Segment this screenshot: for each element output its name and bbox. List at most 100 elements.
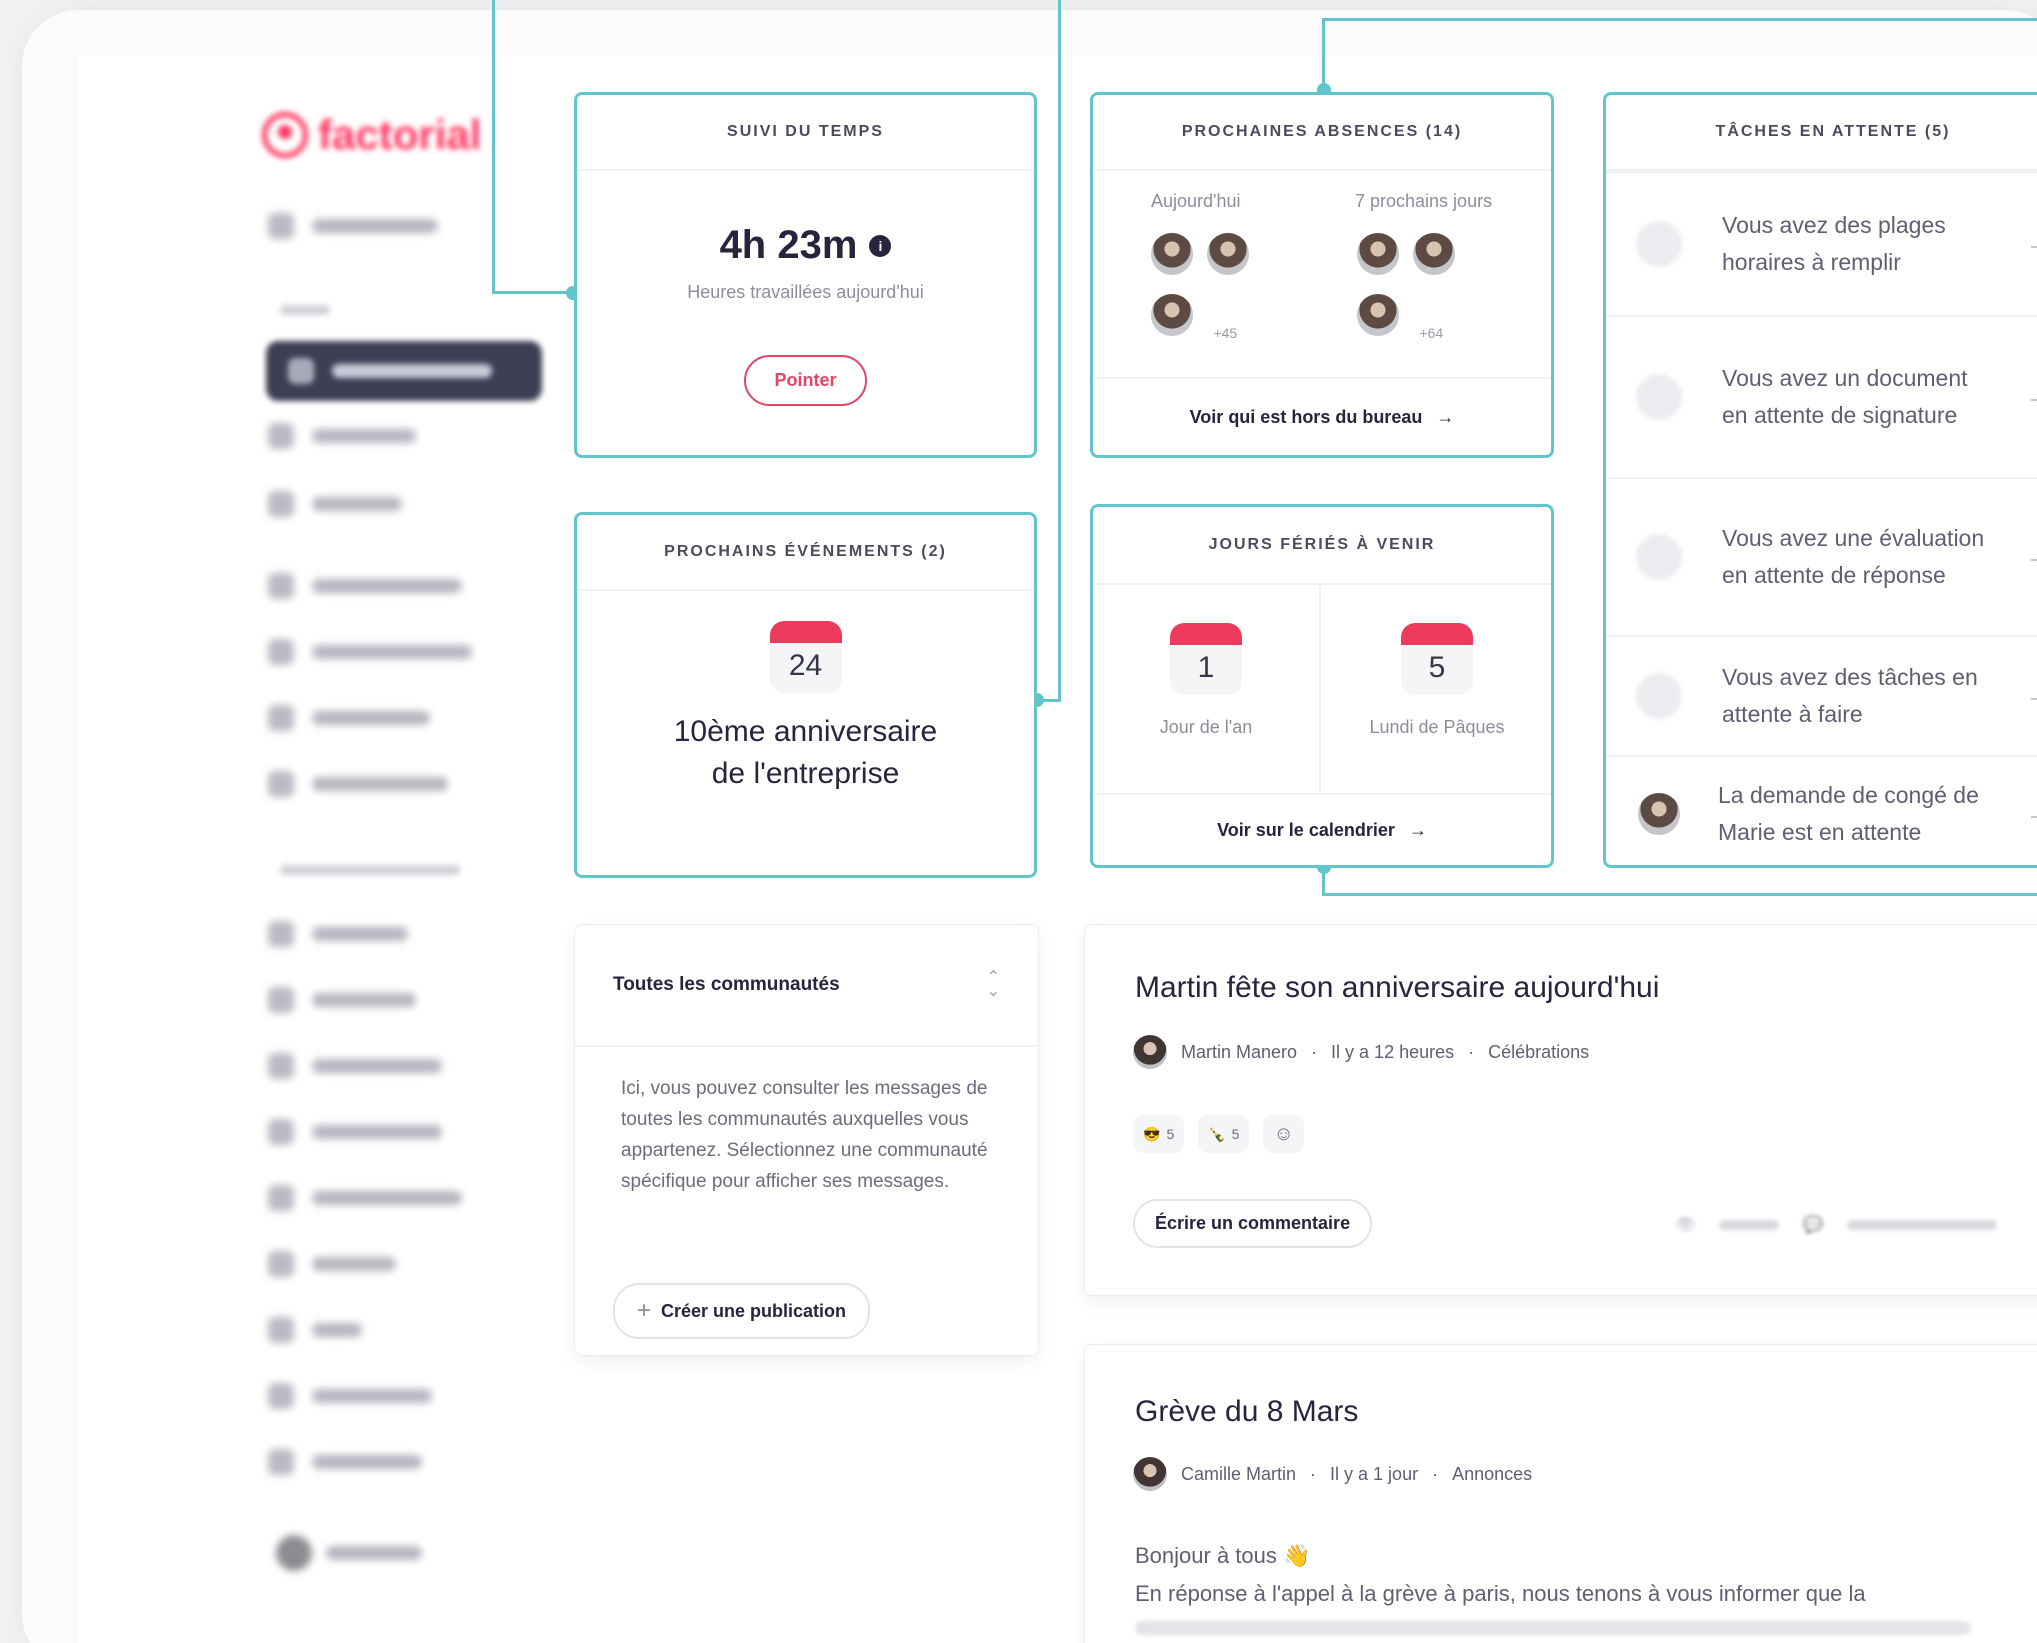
post-author[interactable]: Camille Martin: [1181, 1464, 1296, 1485]
community-selector-label: Toutes les communautés: [613, 974, 840, 995]
clock-in-button[interactable]: Pointer: [744, 355, 867, 406]
task-item[interactable]: Vous avez des plages horaires à remplir …: [1606, 171, 2037, 315]
absences-next-avatars[interactable]: +64: [1355, 231, 1458, 343]
magnifier-icon: [268, 1053, 294, 1079]
avatar: [1411, 231, 1458, 277]
connector-line: [1322, 18, 2037, 21]
check-icon: [268, 705, 294, 731]
absences-next-label: 7 prochains jours: [1355, 191, 1493, 211]
post-title[interactable]: Martin fête son anniversaire aujourd'hui: [1135, 971, 1659, 1005]
holiday-item[interactable]: 5 Lundi de Pâques: [1323, 585, 1551, 795]
calendar-icon: [268, 987, 294, 1013]
post-title[interactable]: Grève du 8 Mars: [1135, 1395, 1358, 1429]
avatar: [1133, 1035, 1167, 1069]
post-time: Il y a 12 heures: [1331, 1041, 1455, 1062]
sidebar-item-profile[interactable]: [268, 423, 416, 449]
arrow-right-icon: →: [2026, 230, 2037, 258]
info-icon[interactable]: i: [869, 234, 892, 257]
events-card: PROCHAINS ÉVÉNEMENTS (2) 24 10ème annive…: [574, 512, 1037, 878]
card-title: SUIVI DU TEMPS: [577, 95, 1034, 171]
calendar-icon: 1: [1170, 623, 1242, 695]
user-icon: [268, 423, 294, 449]
create-post-button[interactable]: + Créer une publication: [613, 1283, 871, 1339]
absences-today-avatars[interactable]: +45: [1149, 231, 1252, 343]
users-icon: [268, 921, 294, 947]
review-icon: [1636, 534, 1682, 580]
home-icon: [288, 358, 314, 384]
logo-mark-icon: [262, 112, 308, 158]
calendar-icon: [1636, 221, 1682, 267]
sidebar-item-tasks[interactable]: [268, 705, 430, 731]
connector-line: [492, 0, 495, 294]
post-channel[interactable]: Annonces: [1452, 1464, 1532, 1485]
avatar: [1355, 231, 1401, 277]
post-meta: Martin Manero · Il y a 12 heures · Céléb…: [1133, 1035, 1589, 1069]
plus-icon: +: [637, 1297, 652, 1324]
sidebar-item-report[interactable]: [268, 1251, 396, 1277]
sidebar-item-calendar[interactable]: [268, 987, 416, 1013]
post-meta: Camille Martin · Il y a 1 jour · Annonce…: [1133, 1457, 1532, 1491]
sidebar-item-goals[interactable]: [268, 771, 448, 797]
task-text: Vous avez des tâches en attente à faire: [1722, 664, 1978, 727]
post-greeting: Bonjour à tous 👋: [1135, 1543, 1311, 1568]
worked-time: 4h 23m i: [577, 223, 1034, 268]
sidebar-item-company[interactable]: [268, 1449, 422, 1475]
sidebar-item-applications[interactable]: [268, 213, 438, 239]
task-item[interactable]: Vous avez un document en attente de sign…: [1606, 315, 2037, 477]
sidebar-item-performance[interactable]: [268, 1119, 442, 1145]
avatar: [1205, 231, 1252, 277]
out-of-office-link[interactable]: Voir qui est hors du bureau →: [1093, 377, 1551, 455]
task-item[interactable]: Vous avez une évaluation en attente de r…: [1606, 477, 2037, 635]
community-description: Ici, vous pouvez consulter les messages …: [621, 1078, 988, 1192]
event-name[interactable]: 10ème anniversaire de l'entreprise: [577, 711, 1034, 795]
comments-count: [1847, 1220, 1998, 1230]
sidebar-item-company-docs[interactable]: [268, 1383, 432, 1409]
sidebar-item-payroll[interactable]: [268, 1317, 362, 1343]
community-selector[interactable]: Toutes les communautés ⌃ ⌄: [575, 925, 1038, 1047]
write-comment-button[interactable]: Écrire un commentaire: [1133, 1199, 1373, 1248]
connector-line: [1322, 18, 1325, 90]
sidebar-item-documents[interactable]: [268, 639, 472, 665]
worked-time-caption: Heures travaillées aujourd'hui: [687, 282, 924, 302]
post-body: En réponse à l'appel à la grève à paris,…: [1135, 1581, 1866, 1606]
sidebar-item-employees[interactable]: [268, 921, 408, 947]
reaction-chip[interactable]: 😎 5: [1133, 1115, 1185, 1153]
link-label: Voir qui est hors du bureau: [1189, 406, 1423, 427]
holiday-name: Lundi de Pâques: [1369, 717, 1505, 737]
reaction-chip[interactable]: 🍾 5: [1198, 1115, 1250, 1153]
post-author[interactable]: Martin Manero: [1181, 1042, 1297, 1063]
eye-icon: 👁: [1675, 1217, 1696, 1234]
more-count-badge: +64: [1419, 325, 1444, 341]
building-icon: [268, 1449, 294, 1475]
add-reaction-icon[interactable]: ☺: [1263, 1115, 1304, 1153]
sidebar-item-leave[interactable]: [268, 491, 402, 517]
trophy-icon: [268, 1119, 294, 1145]
factorial-logo[interactable]: factorial: [262, 111, 481, 159]
connector-line: [1058, 0, 1061, 702]
post-card: Martin fête son anniversaire aujourd'hui…: [1084, 924, 2037, 1296]
calendar-link[interactable]: Voir sur le calendrier →: [1093, 793, 1551, 865]
task-item[interactable]: Vous avez des tâches en attente à faire …: [1606, 635, 2037, 755]
sidebar-item-time-company[interactable]: [268, 1185, 462, 1211]
sidebar-item-time[interactable]: [268, 573, 462, 599]
holiday-item[interactable]: 1 Jour de l'an: [1093, 585, 1321, 795]
clock-icon: [268, 573, 294, 599]
sidebar-user-menu[interactable]: [276, 1535, 422, 1571]
calendar-icon: 24: [769, 621, 842, 693]
sidebar-item-dashboard[interactable]: [266, 341, 542, 401]
folder-icon: [268, 639, 294, 665]
chevron-up-down-icon: ⌃ ⌄: [986, 969, 1000, 1000]
post-channel[interactable]: Célébrations: [1488, 1042, 1589, 1063]
sidebar-item-recruiting[interactable]: [268, 1053, 442, 1079]
absences-today-label: Aujourd'hui: [1151, 191, 1241, 211]
logo-text: factorial: [318, 111, 482, 158]
connector-line: [492, 291, 572, 294]
communities-card: Toutes les communautés ⌃ ⌄ Ici, vous pouv…: [574, 924, 1039, 1356]
arrow-right-icon: →: [1436, 406, 1455, 427]
holidays-card: JOURS FÉRIÉS À VENIR 1 Jour de l'an 5 Lu…: [1090, 504, 1554, 868]
card-title: JOURS FÉRIÉS À VENIR: [1093, 507, 1551, 585]
sidebar-section-company: [280, 865, 460, 875]
task-item[interactable]: La demande de congé de Marie est en atte…: [1606, 755, 2037, 865]
avatar: [1636, 791, 1682, 837]
holiday-name: Jour de l'an: [1159, 717, 1253, 737]
